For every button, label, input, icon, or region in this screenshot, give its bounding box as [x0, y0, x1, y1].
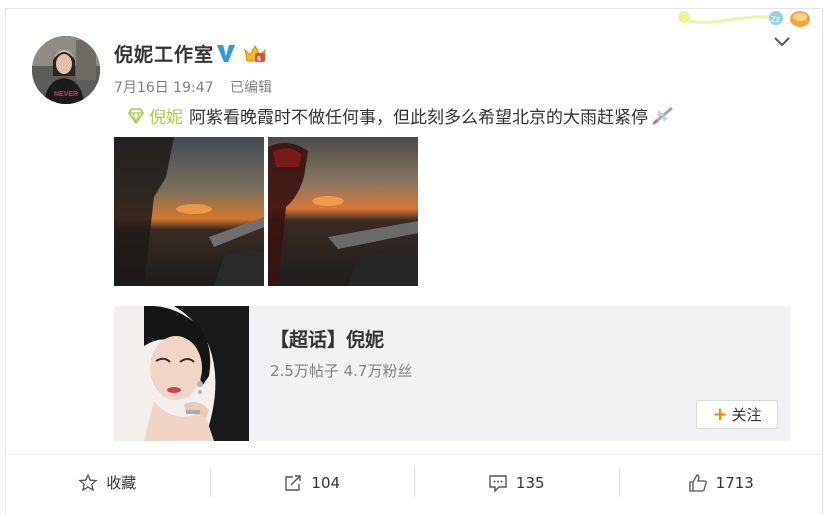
verified-v-icon: [217, 45, 235, 62]
diamond-icon: [128, 108, 144, 124]
like-count: 1713: [715, 473, 754, 492]
airplane-icon: [652, 106, 673, 126]
super-topic-title[interactable]: 【超话】倪妮: [270, 325, 384, 352]
plus-icon: +: [712, 404, 728, 425]
like-button[interactable]: 1713: [618, 455, 824, 510]
crown-icon[interactable]: 6: [243, 42, 267, 64]
post-timestamp[interactable]: 7月16日 19:47: [114, 80, 214, 96]
svg-text:Zz: Zz: [771, 15, 780, 24]
post-body-text: 阿紫看晚霞时不做任何事，但此刻多么希望北京的大雨赶紧停: [189, 108, 648, 128]
chevron-down-icon[interactable]: [771, 33, 793, 51]
action-bar: 收藏 104 135 1713: [5, 454, 823, 510]
follow-label: 关注: [731, 406, 762, 424]
post-photo-1[interactable]: [114, 137, 264, 286]
post-photo-2[interactable]: [268, 137, 418, 286]
follow-button[interactable]: + 关注: [696, 400, 778, 429]
edited-label[interactable]: 已编辑: [230, 80, 272, 96]
favorite-label: 收藏: [106, 474, 137, 492]
topic-link[interactable]: 倪妮: [149, 108, 183, 128]
post-meta: 7月16日 19:47 已编辑: [114, 77, 284, 97]
author-name[interactable]: 倪妮工作室: [114, 40, 214, 67]
avatar[interactable]: NEVER: [32, 36, 100, 104]
share-count: 104: [311, 473, 341, 492]
favorite-button[interactable]: 收藏: [5, 455, 210, 510]
comment-icon: [489, 474, 507, 493]
svg-text:6: 6: [257, 56, 261, 63]
share-button[interactable]: 104: [209, 455, 415, 510]
super-topic-card[interactable]: 【超话】倪妮 2.5万帖子 4.7万粉丝 + 关注: [114, 306, 791, 441]
super-topic-stats: 2.5万帖子 4.7万粉丝: [270, 362, 413, 380]
comment-count: 135: [515, 473, 545, 492]
sleeping-sticker-icon: Zz: [678, 11, 810, 27]
super-topic-cover: [114, 306, 249, 441]
comment-button[interactable]: 135: [414, 455, 619, 510]
share-icon: [285, 474, 302, 491]
svg-text:NEVER: NEVER: [54, 91, 78, 98]
thumbs-up-icon: [689, 473, 707, 492]
post-text: 倪妮 阿紫看晚霞时不做任何事，但此刻多么希望北京的大雨赶紧停: [126, 103, 676, 128]
star-icon: [78, 472, 98, 491]
avatar-image: NEVER: [32, 36, 100, 104]
